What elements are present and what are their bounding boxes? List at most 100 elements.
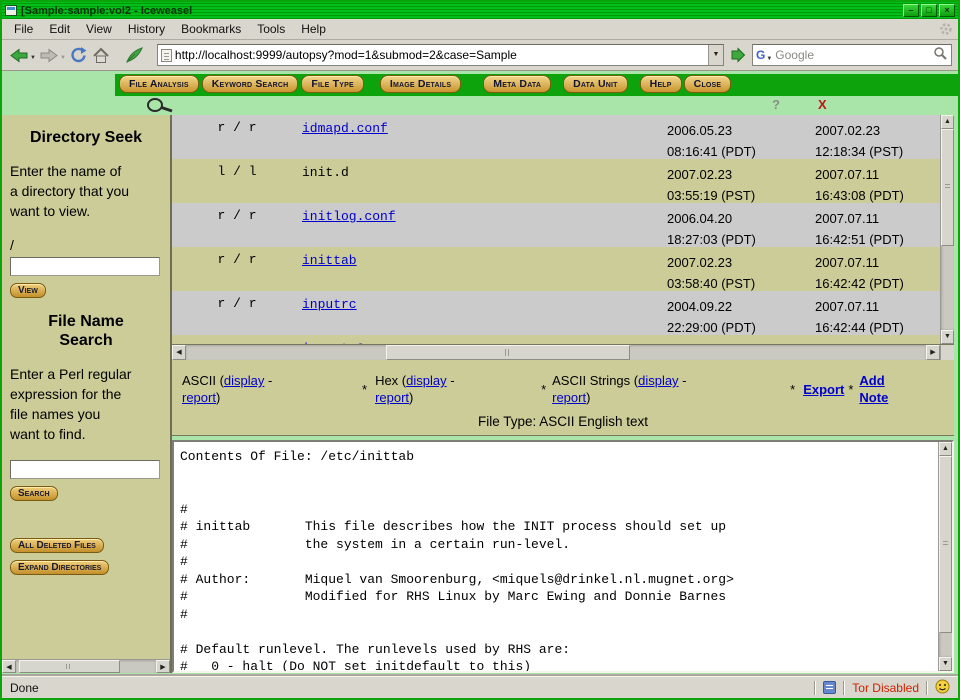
add-note-link[interactable]: Add Note <box>859 372 899 406</box>
extension-status-icon[interactable] <box>823 681 836 694</box>
file-name-link[interactable]: idmapd.conf <box>302 121 388 136</box>
status-bar: Done Tor Disabled <box>2 676 958 698</box>
directory-seek-description: Enter the name of a directory that you w… <box>10 161 132 221</box>
url-input[interactable] <box>172 48 708 62</box>
scroll-right-button[interactable]: ▶ <box>156 660 170 673</box>
url-bar[interactable]: ▼ <box>157 44 724 66</box>
menu-item-history[interactable]: History <box>120 20 173 38</box>
hex-display-link[interactable]: display <box>406 373 446 388</box>
tab-keyword-search[interactable]: Keyword Search <box>202 75 299 93</box>
strings-report-link[interactable]: report <box>552 390 586 405</box>
smiley-icon[interactable] <box>935 679 950 697</box>
hex-view-options: Hex (display - report) <box>375 372 471 406</box>
tab-meta-data[interactable]: Meta Data <box>483 75 551 93</box>
scroll-up-button[interactable]: ▲ <box>939 442 952 456</box>
window-menu-icon[interactable] <box>5 5 17 16</box>
tab-data-unit[interactable]: Data Unit <box>563 75 628 93</box>
file-name-link[interactable]: initlog.conf <box>302 209 396 224</box>
file-name-link[interactable]: iproute2 <box>302 341 364 344</box>
scroll-up-button[interactable]: ▲ <box>941 115 954 129</box>
browser-window: [Sample:sample:vol2 - Iceweasel – □ × Fi… <box>0 0 960 700</box>
file-permissions: r / r <box>172 252 302 291</box>
home-button[interactable] <box>90 46 112 65</box>
frame-container: Directory Seek Enter the name of a direc… <box>2 115 958 676</box>
maximize-button[interactable]: □ <box>921 4 937 17</box>
filename-regex-input[interactable] <box>10 460 160 479</box>
search-engine-icon[interactable]: G <box>756 48 765 62</box>
tor-status-label[interactable]: Tor Disabled <box>852 681 919 695</box>
forward-history-dropdown[interactable]: ▼ <box>60 55 66 64</box>
root-directory-link[interactable]: / <box>10 237 162 253</box>
back-history-dropdown[interactable]: ▼ <box>30 55 36 64</box>
go-button[interactable] <box>728 44 748 66</box>
all-deleted-files-button[interactable]: All Deleted Files <box>10 538 104 553</box>
view-button[interactable]: View <box>10 283 46 298</box>
file-list-pane: r / r idmapd.conf 2006.05.2308:16:41 (PDT)… <box>172 115 954 345</box>
scroll-right-button[interactable]: ▶ <box>926 345 940 360</box>
ascii-view-options: ASCII (display - report) <box>182 372 302 406</box>
strings-view-options: ASCII Strings (display - report) <box>552 372 704 406</box>
menu-item-file[interactable]: File <box>6 20 41 38</box>
scrollbar-corner <box>940 345 954 360</box>
close-x-icon[interactable]: X <box>818 97 827 112</box>
search-magnifier-icon[interactable] <box>933 46 948 64</box>
expand-directories-button[interactable]: Expand Directories <box>10 560 109 575</box>
file-list-vertical-scrollbar[interactable]: ▲ ▼ <box>940 115 954 344</box>
forward-button[interactable]: ▼ <box>38 46 67 65</box>
file-accessed-time: 2007.07.1116:42:51 (PDT) <box>815 208 940 247</box>
menu-bar: FileEditViewHistoryBookmarksToolsHelp <box>2 19 958 40</box>
tab-help[interactable]: Help <box>640 75 682 93</box>
search-bar[interactable]: G ▼ <box>752 44 952 66</box>
search-button[interactable]: Search <box>10 486 58 501</box>
scrollbar-thumb[interactable] <box>19 660 120 673</box>
scroll-left-button[interactable]: ◀ <box>172 345 186 360</box>
scroll-left-button[interactable]: ◀ <box>2 660 16 673</box>
sidebar-horizontal-scrollbar[interactable]: ◀ ▶ <box>2 659 170 673</box>
file-accessed-time: 2007.02.2312:18:34 (PST) <box>815 120 940 159</box>
menu-item-tools[interactable]: Tools <box>249 20 293 38</box>
reload-button[interactable] <box>68 45 89 65</box>
hex-report-link[interactable]: report <box>375 390 409 405</box>
file-name-link[interactable]: inputrc <box>302 297 357 312</box>
export-link[interactable]: Export <box>803 382 844 397</box>
title-bar[interactable]: [Sample:sample:vol2 - Iceweasel – □ × <box>2 2 958 19</box>
tab-file-type[interactable]: File Type <box>301 75 363 93</box>
back-button[interactable]: ▼ <box>8 46 37 65</box>
file-name-search-title: File Name Search <box>36 312 136 350</box>
menu-item-view[interactable]: View <box>78 20 120 38</box>
scroll-down-button[interactable]: ▼ <box>939 657 952 671</box>
tab-close[interactable]: Close <box>684 75 732 93</box>
file-written-time <box>667 340 815 344</box>
tab-image-details[interactable]: Image Details <box>380 75 461 93</box>
scrollbar-thumb[interactable] <box>386 345 630 360</box>
menu-item-edit[interactable]: Edit <box>41 20 78 38</box>
file-accessed-time <box>815 340 940 344</box>
scrollbar-thumb[interactable] <box>941 129 954 246</box>
file-content-pane: Contents Of File: /etc/inittab # # initt… <box>172 440 954 673</box>
file-list-horizontal-scrollbar[interactable]: ◀ ▶ <box>172 345 954 360</box>
help-question-icon[interactable]: ? <box>772 97 780 112</box>
status-text: Done <box>10 681 39 695</box>
main-pane: r / r idmapd.conf 2006.05.2308:16:41 (PDT)… <box>172 115 954 673</box>
separator-asterisk: * <box>541 382 546 397</box>
directory-input[interactable] <box>10 257 160 276</box>
directory-seek-sidebar: Directory Seek Enter the name of a direc… <box>2 115 172 673</box>
strings-display-link[interactable]: display <box>638 373 678 388</box>
scroll-down-button[interactable]: ▼ <box>941 330 954 344</box>
ascii-display-link[interactable]: display <box>224 373 264 388</box>
menu-item-bookmarks[interactable]: Bookmarks <box>173 20 249 38</box>
ascii-report-link[interactable]: report <box>182 390 216 405</box>
file-row-idmapd.conf: r / ridmapd.conf2006.05.2308:16:41 (PDT)… <box>172 115 940 159</box>
minimize-button[interactable]: – <box>903 4 919 17</box>
window-close-button[interactable]: × <box>939 4 955 17</box>
directory-seek-title: Directory Seek <box>10 129 162 147</box>
iceweasel-feather-icon <box>123 45 145 65</box>
file-written-time: 2006.05.2308:16:41 (PDT) <box>667 120 815 159</box>
menu-item-help[interactable]: Help <box>293 20 334 38</box>
file-name-link[interactable]: inittab <box>302 253 357 268</box>
content-vertical-scrollbar[interactable]: ▲ ▼ <box>938 442 952 671</box>
tab-file-analysis[interactable]: File Analysis <box>119 75 199 93</box>
url-dropdown-button[interactable]: ▼ <box>708 45 723 65</box>
scrollbar-thumb[interactable] <box>939 456 952 633</box>
search-input[interactable] <box>772 48 933 62</box>
